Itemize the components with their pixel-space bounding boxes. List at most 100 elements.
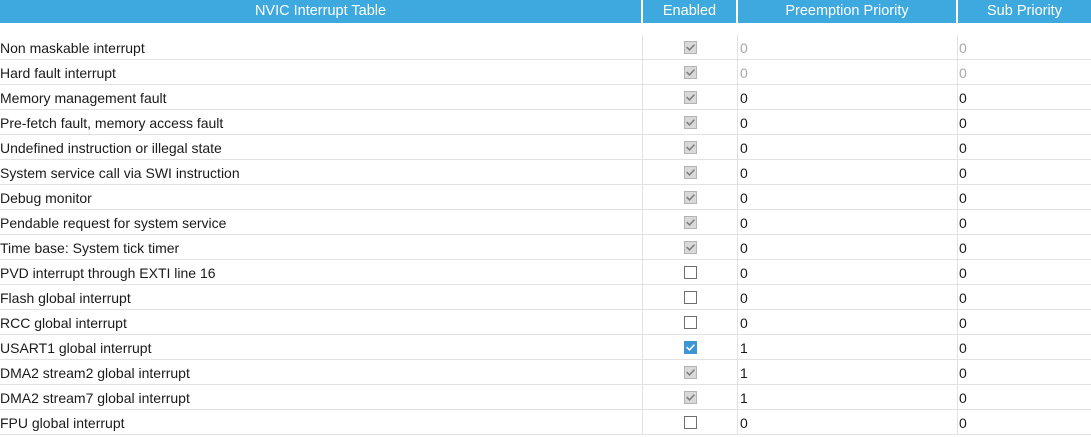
interrupt-name: Pendable request for system service — [0, 210, 643, 235]
table-row[interactable]: USART1 global interrupt 1 0 — [0, 335, 1091, 360]
checkmark-icon — [685, 394, 695, 402]
table-row[interactable]: FPU global interrupt 0 0 — [0, 410, 1091, 435]
preemption-priority-value[interactable]: 0 — [738, 260, 958, 285]
checkmark-icon — [685, 344, 695, 352]
table-row[interactable]: PVD interrupt through EXTI line 16 0 0 — [0, 260, 1091, 285]
enabled-checkbox[interactable] — [683, 416, 697, 429]
sub-priority-value[interactable]: 0 — [958, 235, 1091, 260]
sub-priority-value[interactable]: 0 — [958, 385, 1091, 410]
sub-priority-value[interactable]: 0 — [958, 185, 1091, 210]
enabled-checkbox — [683, 216, 697, 229]
enabled-checkbox — [683, 66, 697, 79]
preemption-priority-value[interactable]: 0 — [738, 285, 958, 310]
enabled-checkbox — [683, 391, 697, 404]
sub-priority-value[interactable]: 0 — [958, 210, 1091, 235]
enabled-checkbox — [683, 116, 697, 129]
enabled-cell — [643, 210, 738, 235]
sub-priority-value: 0 — [959, 39, 967, 56]
preemption-priority-value: 0 — [738, 60, 958, 85]
table-row[interactable]: RCC global interrupt 0 0 — [0, 310, 1091, 335]
preemption-priority-value[interactable]: 0 — [738, 110, 958, 135]
enabled-cell — [643, 110, 738, 135]
preemption-priority-value[interactable]: 0 — [738, 210, 958, 235]
checkmark-icon — [685, 144, 695, 152]
column-header-preemption-priority[interactable]: Preemption Priority — [738, 0, 958, 23]
column-header-name[interactable]: NVIC Interrupt Table — [0, 0, 643, 23]
enabled-checkbox — [683, 166, 697, 179]
preemption-priority-value[interactable]: 0 — [738, 160, 958, 185]
sub-priority-value: 0 — [959, 64, 967, 81]
checkmark-icon — [685, 244, 695, 252]
interrupt-name: Memory management fault — [0, 85, 643, 110]
interrupt-name: Time base: System tick timer — [0, 235, 643, 260]
checkmark-icon — [685, 44, 695, 52]
table-row[interactable]: Hard fault interrupt 0 0 — [0, 60, 1091, 85]
table-header: NVIC Interrupt Table Enabled Preemption … — [0, 0, 1091, 23]
interrupt-name: DMA2 stream7 global interrupt — [0, 385, 643, 410]
table-row[interactable]: Flash global interrupt 0 0 — [0, 285, 1091, 310]
table-row[interactable]: DMA2 stream7 global interrupt 1 0 — [0, 385, 1091, 410]
enabled-cell — [643, 335, 738, 360]
table-row[interactable]: Pendable request for system service 0 0 — [0, 210, 1091, 235]
table-row[interactable]: Time base: System tick timer 0 0 — [0, 235, 1091, 260]
preemption-priority-value[interactable]: 0 — [738, 235, 958, 260]
table-row[interactable]: Undefined instruction or illegal state 0 0 — [0, 135, 1091, 160]
table-row[interactable]: System service call via SWI instruction 0… — [0, 160, 1091, 185]
enabled-checkbox[interactable] — [683, 266, 697, 279]
preemption-priority-value[interactable]: 0 — [738, 410, 958, 435]
sub-priority-value[interactable]: 0 — [958, 310, 1091, 335]
sub-priority-value[interactable]: 0 — [958, 260, 1091, 285]
preemption-priority-value[interactable]: 0 — [738, 135, 958, 160]
checkmark-icon — [685, 169, 695, 177]
interrupt-name: Flash global interrupt — [0, 285, 643, 310]
enabled-cell — [643, 360, 738, 385]
interrupt-name: PVD interrupt through EXTI line 16 — [0, 260, 643, 285]
enabled-cell — [643, 410, 738, 435]
table-row[interactable]: Debug monitor 0 0 — [0, 185, 1091, 210]
interrupt-name: Debug monitor — [0, 185, 643, 210]
sub-priority-value[interactable]: 0 — [958, 360, 1091, 385]
enabled-checkbox — [683, 41, 697, 54]
sub-priority-value[interactable]: 0 — [958, 285, 1091, 310]
preemption-priority-value[interactable]: 0 — [738, 310, 958, 335]
nvic-interrupt-table: NVIC Interrupt Table Enabled Preemption … — [0, 0, 1091, 437]
interrupt-name: System service call via SWI instruction — [0, 160, 643, 185]
enabled-cell — [643, 135, 738, 160]
enabled-checkbox — [683, 91, 697, 104]
preemption-priority-value[interactable]: 1 — [738, 360, 958, 385]
interrupt-name: USART1 global interrupt — [0, 335, 643, 360]
enabled-cell — [643, 235, 738, 260]
preemption-priority-value[interactable]: 0 — [738, 185, 958, 210]
checkmark-icon — [685, 94, 695, 102]
enabled-checkbox[interactable] — [683, 316, 697, 329]
preemption-priority-value[interactable]: 0 — [738, 85, 958, 110]
sub-priority-value[interactable]: 0 — [958, 410, 1091, 435]
table-row[interactable]: Memory management fault 0 0 — [0, 85, 1091, 110]
enabled-checkbox[interactable] — [683, 291, 697, 304]
checkmark-icon — [685, 219, 695, 227]
checkmark-icon — [685, 369, 695, 377]
enabled-cell — [643, 160, 738, 185]
column-header-sub-priority[interactable]: Sub Priority — [958, 0, 1091, 23]
table-body: Non maskable interrupt 0 0 Hard fault inter… — [0, 35, 1091, 435]
enabled-cell — [643, 385, 738, 410]
checkmark-icon — [685, 194, 695, 202]
table-row[interactable]: Non maskable interrupt 0 0 — [0, 35, 1091, 60]
interrupt-name: Hard fault interrupt — [0, 60, 643, 85]
sub-priority-value[interactable]: 0 — [958, 110, 1091, 135]
enabled-cell — [643, 85, 738, 110]
enabled-checkbox[interactable] — [683, 341, 697, 354]
preemption-priority-value[interactable]: 1 — [738, 385, 958, 410]
enabled-cell — [643, 60, 738, 85]
column-header-enabled[interactable]: Enabled — [643, 0, 738, 23]
sub-priority-value[interactable]: 0 — [958, 135, 1091, 160]
sub-priority-value[interactable]: 0 — [958, 85, 1091, 110]
interrupt-name: Non maskable interrupt — [0, 35, 643, 60]
sub-priority-value[interactable]: 0 — [958, 335, 1091, 360]
table-row[interactable]: Pre-fetch fault, memory access fault 0 0 — [0, 110, 1091, 135]
table-row[interactable]: DMA2 stream2 global interrupt 1 0 — [0, 360, 1091, 385]
checkmark-icon — [685, 119, 695, 127]
interrupt-name: DMA2 stream2 global interrupt — [0, 360, 643, 385]
preemption-priority-value[interactable]: 1 — [738, 335, 958, 360]
sub-priority-value[interactable]: 0 — [958, 160, 1091, 185]
